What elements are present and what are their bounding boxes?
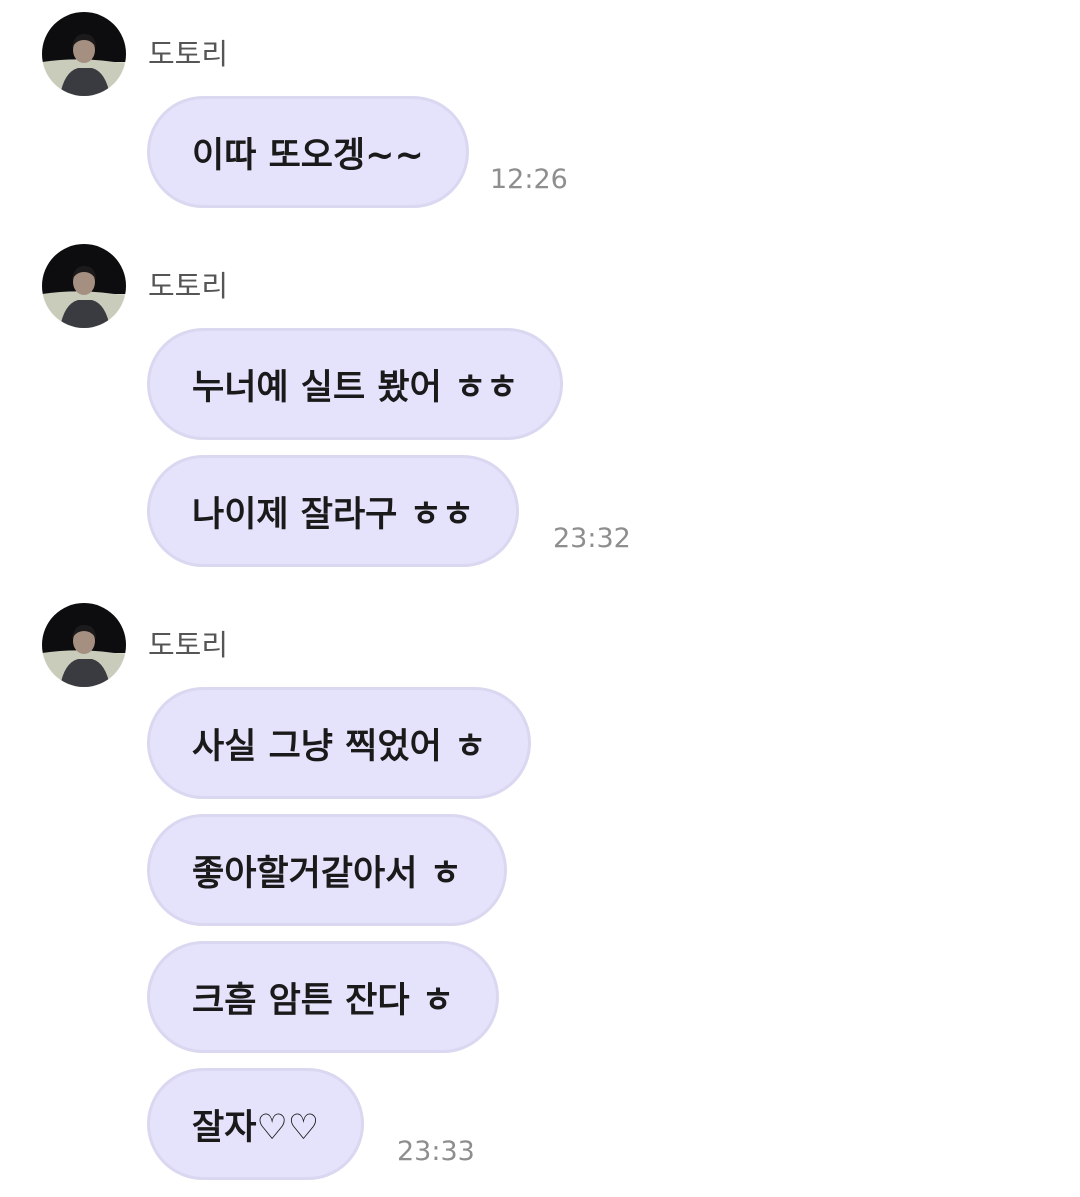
sender-name: 도토리 [148, 269, 229, 303]
profile-photo-avatar-icon [42, 244, 126, 328]
sender-avatar[interactable] [42, 244, 126, 328]
message-bubble[interactable]: 나이제 잘라구 ㅎㅎ [147, 455, 519, 567]
message-timestamp: 12:26 [490, 164, 568, 195]
message-timestamp: 23:32 [553, 523, 631, 554]
profile-photo-avatar-icon [42, 603, 126, 687]
message-bubble[interactable]: 잘자♡♡ [147, 1068, 365, 1180]
message-bubble[interactable]: 이따 또오겡~~ [147, 96, 469, 208]
profile-photo-avatar-icon [42, 12, 126, 96]
sender-name: 도토리 [148, 37, 229, 71]
sender-avatar[interactable] [42, 603, 126, 687]
message-bubble[interactable]: 크흠 암튼 잔다 ㅎ [147, 941, 499, 1053]
message-bubble[interactable]: 좋아할거같아서 ㅎ [147, 814, 507, 926]
message-bubble[interactable]: 사실 그냥 찍었어 ㅎ [147, 687, 532, 799]
message-timestamp: 23:33 [397, 1136, 475, 1167]
message-bubble[interactable]: 누너예 실트 봤어 ㅎㅎ [147, 328, 564, 440]
sender-avatar[interactable] [42, 12, 126, 96]
sender-name: 도토리 [148, 628, 229, 662]
